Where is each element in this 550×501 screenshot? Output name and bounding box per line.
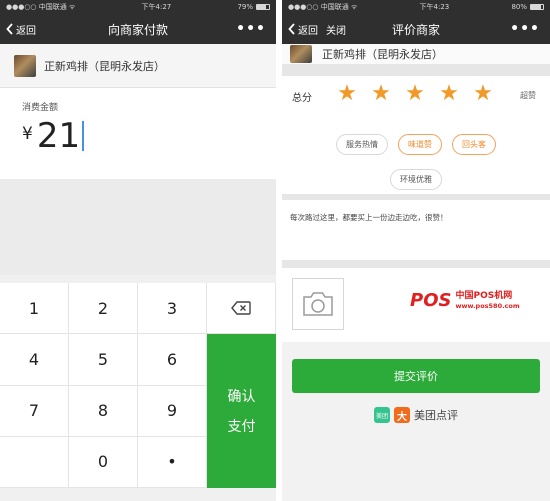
status-bar: ●●●○○ 中国联通 ᯤ 下午4:27 79% (0, 0, 276, 14)
tag-list: 服务热情 味道赞 回头客 环境优雅 (282, 134, 550, 204)
confirm-label-line2: 支付 (227, 419, 256, 436)
photo-section: POS 中国POS机网 www.pos580.com (282, 268, 550, 342)
page-title: 向商家付款 (107, 22, 168, 37)
more-button[interactable]: ••• (510, 21, 540, 37)
review-screen: ●●●○○ 中国联通 ᯤ 下午4:23 80% 返回 关闭 评价商家 ••• 正… (282, 0, 550, 501)
score-label: 总分 (292, 93, 312, 104)
key-blank (0, 436, 69, 488)
merchant-row: 正新鸡排（昆明永发店） (282, 44, 550, 64)
more-button[interactable]: ••• (236, 21, 266, 37)
comment-textarea[interactable]: 每次路过这里，都要买上一份边走边吃，很赞！ (282, 200, 550, 260)
key-4[interactable]: 4 (0, 334, 69, 386)
submit-area: 提交评价 美团 大 美团点评 (282, 342, 550, 426)
watermark-logo: POS (410, 290, 452, 311)
back-label: 返回 (298, 25, 318, 37)
section-divider (282, 260, 550, 268)
star-rating[interactable]: ★ ★ ★ ★ ★ (330, 81, 500, 106)
star-icon[interactable]: ★ (330, 81, 364, 106)
backspace-button[interactable] (207, 283, 276, 335)
battery-icon (530, 4, 544, 10)
key-dot[interactable]: • (138, 436, 207, 488)
spacer-area (0, 179, 276, 275)
merchant-name: 正新鸡排（昆明永发店） (322, 48, 443, 61)
currency-symbol: ¥ (22, 124, 33, 144)
merchant-avatar (14, 54, 36, 77)
brand-footer: 美团 大 美团点评 (282, 407, 550, 423)
status-bar: ●●●○○ 中国联通 ᯤ 下午4:23 80% (282, 0, 550, 14)
brand-name: 美团点评 (414, 409, 458, 422)
section-divider (282, 64, 550, 76)
meituan-logo-icon: 美团 (374, 407, 390, 423)
chevron-left-icon (288, 23, 295, 35)
carrier-label: ●●●○○ 中国联通 ᯤ (6, 3, 76, 11)
status-time: 下午4:23 (419, 3, 450, 11)
confirm-pay-button[interactable]: 确认 支付 (207, 334, 276, 488)
add-photo-button[interactable] (292, 278, 344, 330)
star-icon[interactable]: ★ (398, 81, 432, 106)
confirm-label-line1: 确认 (227, 389, 256, 406)
chevron-left-icon (6, 23, 13, 35)
star-icon[interactable]: ★ (432, 81, 466, 106)
back-button[interactable]: 返回 关闭 (288, 22, 346, 37)
key-0[interactable]: 0 (69, 436, 138, 488)
battery-percent: 79% (237, 3, 253, 11)
tag-taste[interactable]: 味道赞 (398, 134, 442, 155)
amount-value: 21 (36, 116, 81, 156)
star-icon[interactable]: ★ (466, 81, 500, 106)
dianping-logo-icon: 大 (394, 407, 410, 423)
tag-service[interactable]: 服务热情 (336, 134, 388, 155)
amount-label: 消费金额 (22, 103, 59, 113)
battery-percent: 80% (511, 3, 527, 11)
merchant-row: 正新鸡排（昆明永发店） (0, 44, 276, 88)
score-word: 超赞 (520, 91, 536, 100)
tag-environment[interactable]: 环境优雅 (390, 169, 442, 190)
star-icon[interactable]: ★ (364, 81, 398, 106)
amount-input[interactable]: ¥ 21 (22, 119, 276, 153)
key-8[interactable]: 8 (69, 385, 138, 437)
close-button[interactable]: 关闭 (326, 22, 346, 37)
status-right: 79% (237, 3, 270, 11)
tag-repeat-customer[interactable]: 回头客 (452, 134, 496, 155)
battery-icon (256, 4, 270, 10)
submit-review-button[interactable]: 提交评价 (292, 359, 540, 393)
key-7[interactable]: 7 (0, 385, 69, 437)
rating-section: 总分 ★ ★ ★ ★ ★ 超赞 服务热情 味道赞 回头客 环境优雅 (282, 76, 550, 194)
watermark: POS 中国POS机网 www.pos580.com (410, 290, 520, 311)
back-button[interactable]: 返回 (6, 22, 36, 37)
payment-screen: ●●●○○ 中国联通 ᯤ 下午4:27 79% 返回 向商家付款 ••• 正新鸡… (0, 0, 276, 501)
numeric-keypad: 1 2 3 4 5 6 7 8 9 0 • 确认 支付 (0, 283, 276, 488)
status-time: 下午4:27 (141, 3, 172, 11)
nav-bar: 返回 向商家付款 ••• (0, 14, 276, 44)
tag-row: 服务热情 味道赞 回头客 (282, 134, 550, 155)
key-5[interactable]: 5 (69, 334, 138, 386)
amount-section: 消费金额 ¥ 21 (0, 88, 276, 179)
key-9[interactable]: 9 (138, 385, 207, 437)
camera-icon (303, 292, 333, 316)
merchant-avatar (290, 45, 312, 63)
nav-bar: 返回 关闭 评价商家 ••• (282, 14, 550, 44)
backspace-icon (231, 301, 251, 315)
watermark-site-name: 中国POS机网 (455, 291, 513, 302)
key-6[interactable]: 6 (138, 334, 207, 386)
merchant-name: 正新鸡排（昆明永发店） (44, 59, 165, 73)
watermark-url: www.pos580.com (455, 301, 520, 310)
key-3[interactable]: 3 (138, 283, 207, 335)
tag-row: 环境优雅 (282, 169, 550, 190)
status-right: 80% (511, 3, 544, 11)
key-1[interactable]: 1 (0, 283, 69, 335)
carrier-label: ●●●○○ 中国联通 ᯤ (288, 3, 358, 11)
bottom-strip (0, 488, 276, 501)
back-label: 返回 (16, 25, 36, 37)
text-cursor (82, 121, 85, 151)
key-2[interactable]: 2 (69, 283, 138, 335)
watermark-text: 中国POS机网 www.pos580.com (455, 291, 519, 309)
